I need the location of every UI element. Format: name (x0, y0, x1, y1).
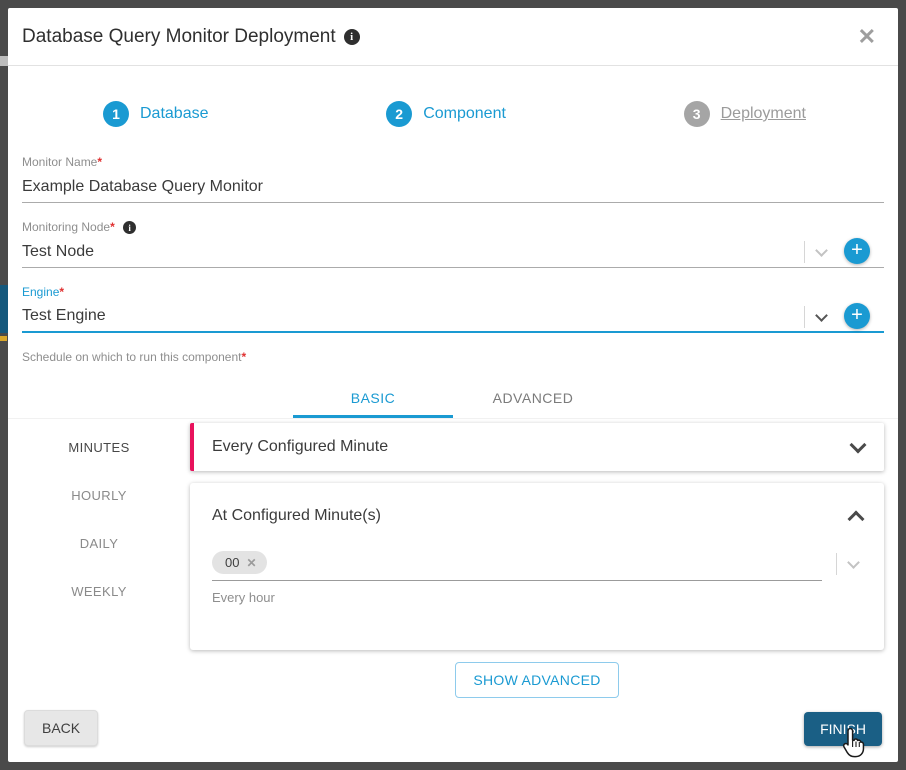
modal-header: Database Query Monitor Deployment i ✕ (8, 8, 898, 66)
step-component[interactable]: 2 Component (386, 101, 506, 127)
required-asterisk: * (59, 285, 64, 299)
close-icon[interactable]: ✕ (858, 26, 876, 48)
deployment-wizard-modal: Database Query Monitor Deployment i ✕ 1 … (8, 8, 898, 762)
required-asterisk: * (110, 220, 115, 234)
form-fields: Monitor Name* Example Database Query Mon… (8, 155, 898, 333)
show-advanced-wrap: SHOW ADVANCED (190, 662, 884, 698)
chevron-down-icon (815, 309, 828, 322)
step-number-badge: 2 (386, 101, 412, 127)
modal-title: Database Query Monitor Deployment (22, 26, 336, 48)
chip-value: 00 (225, 555, 239, 570)
chip-remove-icon[interactable]: ✕ (246, 556, 256, 570)
step-label: Component (423, 105, 506, 123)
label-text: Engine (22, 285, 59, 299)
monitor-name-value: Example Database Query Monitor (22, 178, 263, 196)
rail-item-minutes[interactable]: MINUTES (8, 423, 190, 471)
chevron-down-icon (850, 436, 867, 453)
rail-item-weekly[interactable]: WEEKLY (8, 567, 190, 615)
minutes-chip-input[interactable]: 00 ✕ (212, 551, 862, 581)
monitoring-node-select[interactable]: Test Node + (22, 236, 884, 268)
wizard-stepper: 1 Database 2 Component 3 Deployment (103, 101, 806, 127)
minute-mode-dropdown[interactable]: Every Configured Minute (190, 423, 884, 471)
engine-label: Engine* (22, 285, 884, 299)
schedule-hint: Every hour (212, 590, 862, 605)
schedule-body: MINUTES HOURLY DAILY WEEKLY Every Config… (8, 423, 898, 698)
tab-basic[interactable]: BASIC (293, 380, 453, 418)
monitor-name-input[interactable]: Example Database Query Monitor (22, 171, 884, 203)
step-number-badge: 1 (103, 101, 129, 127)
add-node-button[interactable]: + (844, 238, 870, 264)
chevron-up-icon (848, 511, 865, 528)
label-text: Monitoring Node (22, 220, 110, 234)
divider (836, 553, 837, 575)
required-asterisk: * (241, 350, 246, 364)
schedule-section-label: Schedule on which to run this component* (8, 350, 898, 364)
panel-title: At Configured Minute(s) (212, 507, 381, 525)
background-page-fragment (0, 285, 8, 333)
back-button[interactable]: BACK (24, 710, 98, 746)
step-database[interactable]: 1 Database (103, 101, 209, 127)
label-text: Monitor Name (22, 155, 97, 169)
step-label: Database (140, 105, 209, 123)
chip-area[interactable]: 00 ✕ (212, 551, 822, 581)
info-icon[interactable]: i (123, 221, 136, 234)
engine-field: Engine* Test Engine + (22, 285, 884, 333)
divider (804, 306, 805, 328)
rail-item-hourly[interactable]: HOURLY (8, 471, 190, 519)
chevron-down-icon (847, 556, 860, 569)
schedule-tabs: BASIC ADVANCED (8, 380, 898, 419)
dropdown-indicator[interactable] (822, 553, 862, 581)
configured-minutes-panel: At Configured Minute(s) 00 ✕ E (190, 483, 884, 650)
background-page-fragment (0, 336, 7, 341)
monitor-name-field: Monitor Name* Example Database Query Mon… (22, 155, 884, 203)
monitoring-node-label: Monitoring Node* i (22, 220, 884, 234)
add-engine-button[interactable]: + (844, 303, 870, 329)
finish-button[interactable]: FINISH (804, 712, 882, 746)
required-asterisk: * (97, 155, 102, 169)
dropdown-indicator[interactable] (804, 307, 826, 327)
monitor-name-label: Monitor Name* (22, 155, 884, 169)
background-page-fragment (0, 56, 8, 66)
minute-chip: 00 ✕ (212, 551, 267, 574)
divider (804, 241, 805, 263)
schedule-content: Every Configured Minute At Configured Mi… (190, 423, 884, 698)
engine-value: Test Engine (22, 307, 106, 325)
engine-select[interactable]: Test Engine + (22, 301, 884, 333)
minute-mode-value: Every Configured Minute (212, 438, 388, 456)
step-label: Deployment (721, 105, 806, 123)
configured-minutes-header[interactable]: At Configured Minute(s) (212, 507, 862, 525)
step-deployment[interactable]: 3 Deployment (684, 101, 806, 127)
dropdown-indicator[interactable] (804, 242, 826, 262)
monitoring-node-field: Monitoring Node* i Test Node + (22, 220, 884, 268)
tab-advanced[interactable]: ADVANCED (453, 380, 613, 418)
info-icon[interactable]: i (344, 29, 360, 45)
rail-item-daily[interactable]: DAILY (8, 519, 190, 567)
label-text: Schedule on which to run this component (22, 350, 241, 364)
show-advanced-button[interactable]: SHOW ADVANCED (455, 662, 618, 698)
schedule-rail: MINUTES HOURLY DAILY WEEKLY (8, 423, 190, 698)
chevron-down-icon (815, 244, 828, 257)
monitoring-node-value: Test Node (22, 243, 94, 261)
step-number-badge: 3 (684, 101, 710, 127)
